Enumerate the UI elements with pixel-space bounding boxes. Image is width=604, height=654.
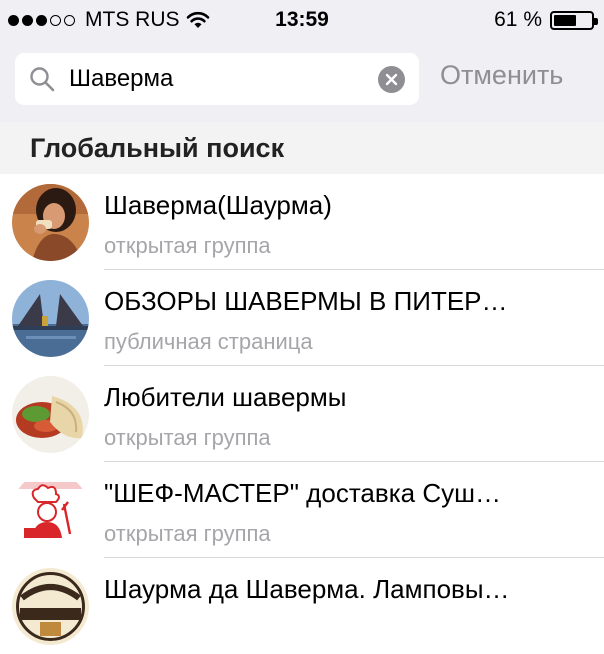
list-item[interactable]: "ШЕФ-МАСТЕР" доставка Суш… открытая груп… (0, 462, 604, 558)
avatar (12, 280, 89, 357)
results-list: Шаверма(Шаурма) открытая группа ОБЗОРЫ Ш… (0, 174, 604, 654)
status-bar: MTS RUS 13:59 61 % (0, 0, 604, 40)
worlds-best-shawarma-logo-icon (12, 568, 89, 645)
avatar (12, 568, 89, 645)
avatar (12, 376, 89, 453)
close-icon (385, 73, 398, 86)
result-name: Шаурма да Шаверма. Ламповы… (104, 574, 510, 604)
result-type: открытая группа (104, 521, 271, 546)
battery-icon (550, 10, 598, 30)
result-type: публичная страница (104, 329, 313, 354)
section-title: Глобальный поиск (30, 133, 285, 163)
avatar (12, 472, 89, 549)
search-icon (30, 67, 55, 92)
list-item[interactable]: Шаверма(Шаурма) открытая группа (0, 174, 604, 270)
battery-percent: 61 % (494, 8, 542, 31)
search-field[interactable] (15, 53, 419, 105)
list-item[interactable]: Любители шавермы открытая группа (0, 366, 604, 462)
result-name: Любители шавермы (104, 382, 347, 412)
result-type: открытая группа (104, 233, 271, 258)
woman-eating-photo-icon (12, 184, 89, 261)
result-name: "ШЕФ-МАСТЕР" доставка Суш… (104, 478, 501, 508)
avatar (12, 184, 89, 261)
city-bridge-photo-icon (12, 280, 89, 357)
list-item[interactable]: Шаурма да Шаверма. Ламповы… (0, 558, 604, 654)
chef-logo-icon (12, 472, 89, 549)
status-right: 61 % (494, 8, 598, 32)
clear-search-button[interactable] (378, 66, 405, 93)
section-header: Глобальный поиск (0, 122, 604, 174)
result-name: Шаверма(Шаурма) (104, 190, 332, 220)
list-item[interactable]: ОБЗОРЫ ШАВЕРМЫ В ПИТЕР… публичная страни… (0, 270, 604, 366)
search-input[interactable] (69, 61, 369, 97)
shawarma-photo-icon (12, 376, 89, 453)
result-type: открытая группа (104, 425, 271, 450)
battery-fill (554, 14, 576, 26)
cancel-button[interactable]: Отменить (440, 60, 563, 91)
battery-nub (594, 17, 598, 25)
result-name: ОБЗОРЫ ШАВЕРМЫ В ПИТЕР… (104, 286, 508, 316)
